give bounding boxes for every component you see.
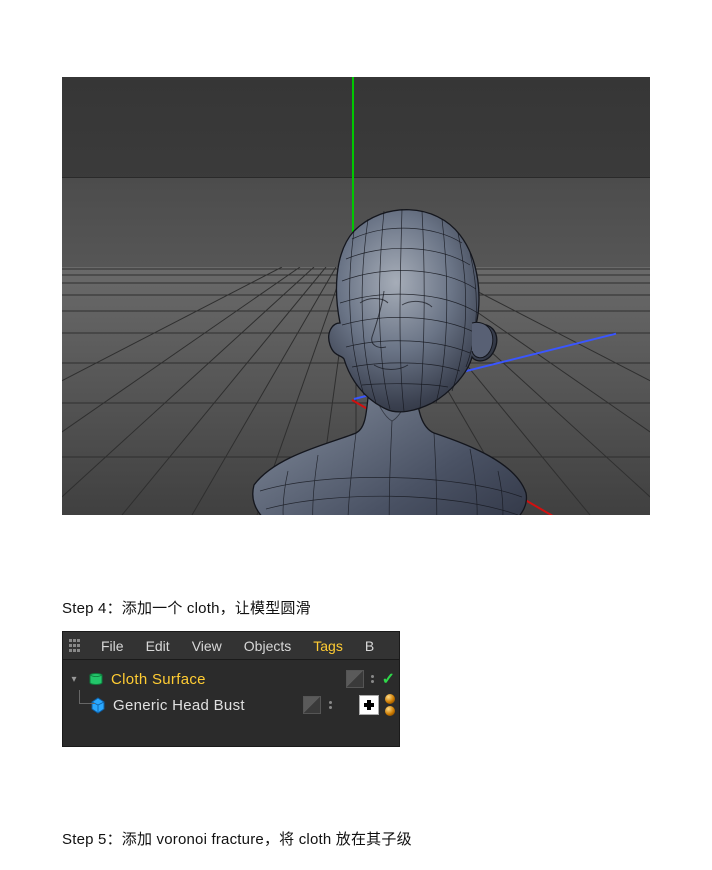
menu-file[interactable]: File xyxy=(93,638,132,654)
selection-tag-icon[interactable] xyxy=(359,695,379,715)
head-bust-model xyxy=(236,195,538,515)
tree-item-head-bust[interactable]: Generic Head Bust xyxy=(67,692,395,718)
menu-objects[interactable]: Objects xyxy=(236,638,299,654)
layer-tag-icon[interactable] xyxy=(303,696,321,714)
tree-item-cloth-surface[interactable]: ▾ Cloth Surface ✓ xyxy=(67,666,395,692)
step-5-text: Step 5：添加 voronoi fracture，将 cloth 放在其子级 xyxy=(62,828,412,852)
expander-icon[interactable]: ▾ xyxy=(67,672,81,686)
phong-tag-icon[interactable] xyxy=(385,706,395,716)
cloth-surface-icon xyxy=(87,670,105,688)
layer-tag-icon[interactable] xyxy=(346,670,364,688)
object-tree: ▾ Cloth Surface ✓ xyxy=(63,660,399,722)
tree-item-label: Generic Head Bust xyxy=(113,697,245,714)
viewport-screenshot xyxy=(62,77,650,515)
enabled-check-icon[interactable]: ✓ xyxy=(382,669,395,689)
panel-grip-icon[interactable] xyxy=(69,639,83,653)
object-manager-menubar: File Edit View Objects Tags B xyxy=(63,632,399,660)
menu-tags[interactable]: Tags xyxy=(305,638,351,654)
visibility-dots-icon[interactable] xyxy=(370,675,376,683)
step-4-text: Step 4：添加一个 cloth，让模型圆滑 xyxy=(62,597,311,621)
object-manager-panel: File Edit View Objects Tags B ▾ Cloth Su… xyxy=(62,631,400,747)
menu-view[interactable]: View xyxy=(184,638,230,654)
menu-edit[interactable]: Edit xyxy=(138,638,178,654)
menu-bookmarks[interactable]: B xyxy=(357,638,382,654)
tree-connector-line xyxy=(79,690,95,704)
tree-item-label: Cloth Surface xyxy=(111,671,206,688)
visibility-dots-icon[interactable] xyxy=(327,701,333,709)
phong-tag-icon[interactable] xyxy=(385,694,395,704)
